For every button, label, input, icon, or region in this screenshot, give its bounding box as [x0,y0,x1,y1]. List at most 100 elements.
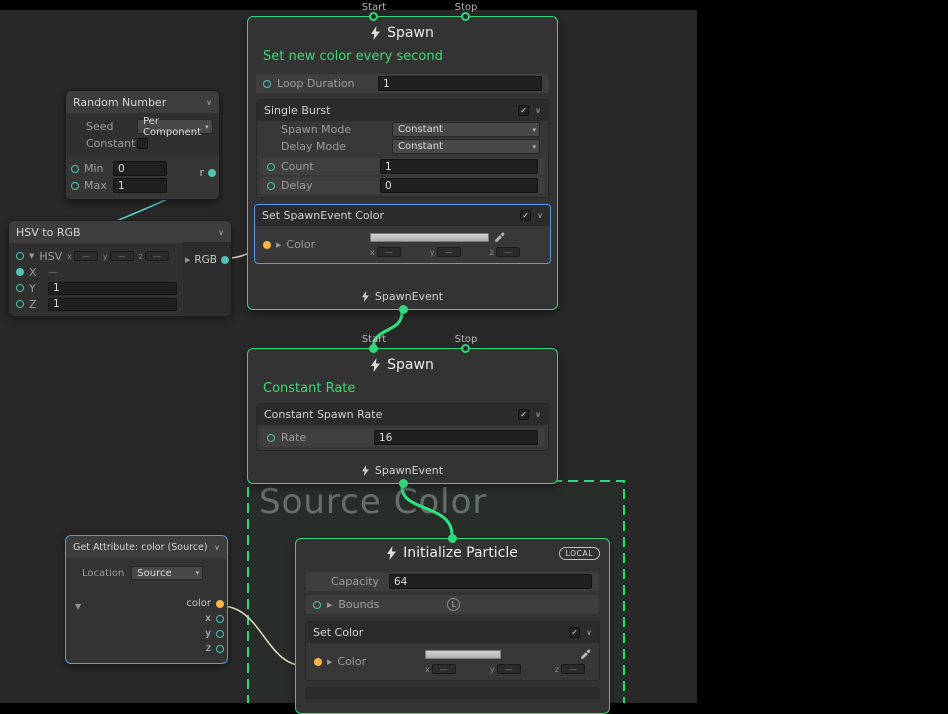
capacity-input[interactable]: 64 [389,574,592,589]
axis-value[interactable]: — [496,247,520,257]
bounds-local-icon[interactable]: L [447,598,460,611]
output-x-port[interactable] [216,615,224,623]
constant-spawn-rate-checkbox[interactable]: ✓ [518,409,529,420]
expand-down-icon[interactable]: ▼ [29,252,34,260]
delay-input[interactable]: 0 [380,178,538,193]
spawn2-subtitle[interactable]: Constant Rate [248,381,557,403]
spawnevent-flow-port[interactable] [399,305,408,314]
delay-port[interactable] [267,182,275,190]
axis-value[interactable]: — [437,247,461,257]
collapse-chevron-icon[interactable]: ∨ [537,211,543,220]
spawn-context-1[interactable]: Start Stop Spawn Set new color every sec… [247,16,558,310]
axis-value[interactable]: — [432,664,456,674]
spawnevent-flow-port[interactable] [399,479,408,488]
eyedropper-icon[interactable] [580,649,591,660]
set-spawnevent-color-block[interactable]: Set SpawnEvent Color ✓ ∨ ▶ Color [254,204,551,264]
axis-value[interactable]: — [110,251,134,261]
count-port[interactable] [267,163,275,171]
random-number-titlebar[interactable]: Random Number ∨ [66,91,219,113]
random-number-body: Seed Per Component ▾ Constant Min 0 Max [66,113,219,199]
spawn1-titlebar[interactable]: Spawn [248,17,557,49]
max-port[interactable] [71,182,79,190]
set-spawnevent-color-header[interactable]: Set SpawnEvent Color ✓ ∨ [255,205,550,226]
axis-value[interactable]: — [145,251,169,261]
single-burst-checkbox[interactable]: ✓ [518,105,529,116]
x-port[interactable] [16,268,24,276]
min-label: Min [84,162,108,175]
start-flow-port[interactable] [369,12,378,21]
loop-duration-port[interactable] [263,80,271,88]
count-input[interactable]: 1 [380,159,538,174]
min-port[interactable] [71,165,79,173]
output-color-port[interactable] [216,600,224,608]
collapse-chevron-icon[interactable]: ∨ [218,228,224,237]
axis-value[interactable]: — [74,251,98,261]
initialize-titlebar[interactable]: Initialize Particle LOCAL [296,539,609,567]
output-y-port[interactable] [216,630,224,638]
color-port[interactable] [263,241,271,249]
spawn1-subtitle[interactable]: Set new color every second [248,49,557,71]
collapse-chevron-icon[interactable]: ∨ [535,106,541,115]
bounds-port[interactable] [313,601,321,609]
collapse-chevron-icon[interactable]: ∨ [214,543,220,552]
color-port[interactable] [314,658,322,666]
collapse-chevron-icon[interactable]: ∨ [206,98,212,107]
spawn-context-2[interactable]: Start Stop Spawn Constant Rate Constant … [247,348,558,484]
stop-flow-port[interactable] [461,344,470,353]
seed-dropdown[interactable]: Per Component ▾ [137,119,213,134]
expand-right-icon[interactable]: ▶ [276,241,281,249]
expand-right-icon[interactable]: ▶ [327,658,332,666]
expand-down-icon[interactable]: ▼ [75,602,81,611]
spawn-mode-value: Constant [398,124,443,135]
output-z-port[interactable] [216,645,224,653]
z-port[interactable] [16,300,24,308]
spawn2-titlebar[interactable]: Spawn [248,349,557,381]
set-spawnevent-color-checkbox[interactable]: ✓ [520,210,531,221]
delay-mode-dropdown[interactable]: Constant ▾ [392,139,540,154]
lightning-icon [362,291,369,302]
axis-value[interactable]: — [377,247,401,257]
start-flow-port[interactable] [369,344,378,353]
single-burst-header[interactable]: Single Burst ✓ ∨ [257,100,548,121]
loop-duration-input[interactable]: 1 [378,76,542,91]
hsv-port[interactable] [16,252,24,260]
block-title: Constant Spawn Rate [264,408,382,421]
collapse-chevron-icon[interactable]: ∨ [535,410,541,419]
min-input[interactable]: 0 [113,161,167,176]
initialize-particle-node[interactable]: Initialize Particle LOCAL Capacity 64 ▶ … [295,538,610,714]
axis-value[interactable]: — [561,664,585,674]
seed-row: Seed Per Component ▾ [66,118,219,135]
rate-input[interactable]: 16 [374,430,538,445]
z-input[interactable]: 1 [48,298,177,311]
location-dropdown[interactable]: Source ▾ [131,566,203,580]
collapse-chevron-icon[interactable]: ∨ [586,628,592,637]
get-attribute-node[interactable]: Get Attribute: color (Source) ∨ Location… [65,535,228,664]
rate-port[interactable] [267,434,275,442]
spawn-mode-dropdown[interactable]: Constant ▾ [392,122,540,137]
y-port[interactable] [16,284,24,292]
color-swatch[interactable] [370,233,489,242]
output-y: y [205,628,224,639]
get-attribute-titlebar[interactable]: Get Attribute: color (Source) ∨ [66,536,227,558]
expand-right-icon[interactable]: ▶ [327,601,332,609]
hsv-titlebar[interactable]: HSV to RGB ∨ [9,221,231,243]
y-input[interactable]: 1 [48,282,177,295]
local-badge[interactable]: LOCAL [559,547,600,560]
rgb-output-port[interactable] [221,256,229,264]
color-swatch[interactable] [425,650,501,659]
axis-value[interactable]: — [497,664,521,674]
expand-right-icon[interactable]: ▶ [185,256,190,264]
output-r-port[interactable] [208,169,216,177]
hsv-to-rgb-node[interactable]: HSV to RGB ∨ ▼ HSV x — y — z — X — [8,220,232,315]
set-color-checkbox[interactable]: ✓ [569,627,580,638]
stop-flow-port[interactable] [461,12,470,21]
eyedropper-icon[interactable] [494,232,505,243]
constant-spawn-rate-header[interactable]: Constant Spawn Rate ✓ ∨ [257,404,548,425]
max-input[interactable]: 1 [113,178,167,193]
group-title[interactable]: Source Color [259,482,487,522]
constant-checkbox[interactable] [137,138,148,149]
random-number-node[interactable]: Random Number ∨ Seed Per Component ▾ Con… [65,90,220,200]
hsv-output-column [183,242,231,314]
set-color-header[interactable]: Set Color ✓ ∨ [306,622,599,643]
check-icon: ✓ [520,106,527,115]
